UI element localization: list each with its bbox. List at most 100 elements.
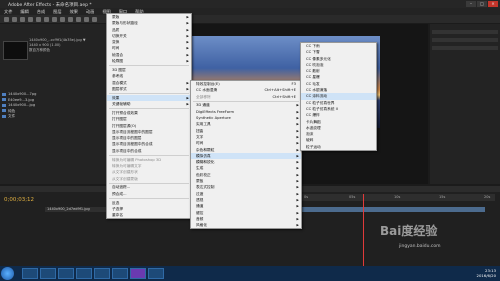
file-name: 文件: [8, 114, 16, 118]
panel-row[interactable]: [432, 46, 498, 50]
eraser-tool-icon[interactable]: [92, 16, 97, 22]
menu-item[interactable]: 预合成...: [107, 191, 191, 197]
menu-item-label: 显示项目流程图中的合成: [112, 142, 153, 147]
rotate-tool-icon[interactable]: [36, 16, 41, 22]
menu-item-label: 图层样式: [112, 86, 127, 91]
zoom-tool-icon[interactable]: [28, 16, 33, 22]
menu-item-label: CC 下雪: [306, 50, 320, 55]
pan-behind-tool-icon[interactable]: [52, 16, 57, 22]
menu-bar: 文件 编辑 合成 图层 效果 动画 视图 窗口 帮助: [0, 8, 500, 15]
menu-item-label: 3D 图层: [112, 67, 126, 72]
menu-item-label: CC 散射: [306, 69, 320, 74]
menu-item-label: CC 粒子仿真世界: [306, 100, 335, 105]
folder-icon: [2, 109, 6, 112]
clock-date: 2016/6/20: [476, 273, 496, 278]
selection-tool-icon[interactable]: [12, 16, 17, 22]
menu-item-label: 轮廓图: [112, 59, 124, 64]
taskbar-app-icon[interactable]: [58, 268, 74, 279]
image-file-icon: [2, 92, 6, 96]
menu-item-label: 文字: [196, 134, 204, 139]
menu-item-label: 显示项目流程图中的图层: [112, 129, 153, 134]
after-effects-taskbar-icon[interactable]: [130, 268, 146, 279]
menu-item-label: 风格化: [196, 223, 208, 228]
camera-tool-icon[interactable]: [44, 16, 49, 22]
ruler-tick-label: 20s: [484, 195, 491, 199]
home-icon[interactable]: [4, 16, 9, 22]
menu-item-label: 全部移除: [196, 94, 211, 99]
time-ruler[interactable]: 0s 05s 10s 15s 20s: [300, 194, 495, 201]
menu-2[interactable]: 合成: [37, 8, 45, 15]
taskbar-app-icon[interactable]: [76, 268, 92, 279]
footage-info: 1440x900_..ccf9f1(4b35e).jpg ▼ 1440 x 90…: [29, 38, 86, 53]
menu-item-label: 重命名: [112, 213, 124, 218]
image-file-icon: [2, 98, 6, 101]
menu-item[interactable]: 关键帧辅助 ▶: [107, 101, 191, 107]
baidu-watermark-logo: Bai度经验: [380, 224, 438, 238]
menu-item-shortcut: Ctrl+Shift+E: [272, 94, 296, 99]
brush-tool-icon[interactable]: [76, 16, 81, 22]
menu-item-label: 泡沫: [306, 132, 314, 137]
menu-4[interactable]: 效果: [70, 8, 78, 15]
menu-item-label: 键控: [196, 210, 204, 215]
taskbar-app-icon[interactable]: [22, 268, 38, 279]
menu-3[interactable]: 图层: [53, 8, 61, 15]
menu-item-label: 透视: [196, 197, 204, 202]
menu-item-label: CC 毛发: [306, 81, 320, 86]
panel-row[interactable]: [432, 30, 498, 34]
file-name: E40ee9...3.jpg: [8, 97, 34, 102]
menu-item[interactable]: 图层样式 ▶: [107, 86, 191, 92]
taskbar-app-icon[interactable]: [112, 268, 128, 279]
submenu-arrow-icon: ▶: [186, 86, 189, 91]
text-tool-icon[interactable]: [68, 16, 73, 22]
menu-0[interactable]: 文件: [4, 8, 12, 15]
taskbar-app-icon[interactable]: [148, 268, 164, 279]
minimize-button[interactable]: –: [466, 1, 476, 7]
submenu-arrow-icon: ▶: [186, 59, 189, 64]
menu-item-label: 子选择: [112, 206, 124, 211]
windows-taskbar: 23:13 2016/6/20: [0, 266, 500, 281]
menu-item-label: 帧混合: [112, 52, 124, 57]
stamp-tool-icon[interactable]: [84, 16, 89, 22]
menu-item[interactable]: 粒子运动: [301, 144, 376, 150]
start-button[interactable]: [1, 267, 14, 280]
menu-item-label: 蒙板: [196, 179, 204, 184]
panel-row[interactable]: [432, 38, 498, 42]
file-name: 纯色: [8, 108, 16, 113]
menu-item-label: CC 水银滴落: [306, 88, 328, 93]
menu-item-label: 预合成...: [112, 191, 127, 196]
menu-item-label: CC 爆炸: [306, 113, 320, 118]
menu-item[interactable]: 轮廓图 ▶: [107, 58, 191, 64]
menu-item-label: 过渡: [196, 191, 204, 196]
folder-icon: [2, 114, 6, 118]
menu-item-label: 水波纹理: [306, 125, 321, 130]
menu-item-label: 卡片舞蹈: [306, 119, 321, 124]
menu-item-label: 扭曲: [196, 128, 204, 133]
menu-item-label: 参考线: [112, 74, 124, 79]
menu-1[interactable]: 编辑: [20, 8, 28, 15]
system-clock[interactable]: 23:13 2016/6/20: [477, 268, 496, 278]
footage-thumbnail: [3, 41, 28, 60]
maximize-button[interactable]: □: [477, 1, 487, 7]
menu-item[interactable]: 重命名: [107, 212, 191, 218]
project-file-list: 1440x900...7pg E40ee9...3.jpg 1440x900...j…: [2, 92, 36, 120]
pen-tool-icon[interactable]: [60, 16, 65, 22]
menu-item-label: 时间: [196, 141, 204, 146]
menu-item[interactable]: 显示项目中的合成: [107, 148, 191, 154]
close-button[interactable]: ✕: [488, 1, 498, 7]
menu-item-label: 转换为可编辑 Photoshop 3D: [112, 157, 162, 162]
menu-item-label: 转换为可编辑文字: [112, 163, 142, 168]
playhead[interactable]: [363, 194, 364, 266]
taskbar-app-icon[interactable]: [94, 268, 110, 279]
timecode-display[interactable]: 0;00;03;12: [4, 197, 34, 203]
hand-tool-icon[interactable]: [20, 16, 25, 22]
layer-context-menu: 蒙版 ▶ 蒙版与形状路径 ▶ 品质 ▶ 切换开关 ▶ 变换 ▶ 时间 ▶ 帧混合 ▶ 轮廓图 ▶ 3D 图层 参考…: [106, 13, 192, 220]
project-file-row[interactable]: 文件: [2, 114, 36, 120]
menu-item-label: 显示项目中的合成: [112, 148, 142, 153]
menu-item-label: 杂色和颗粒: [196, 147, 215, 152]
menu-item-label: 自动追踪...: [112, 185, 131, 190]
menu-item-label: CC 像素多元化: [306, 56, 331, 61]
menu-item-label: CC 吹泡泡: [306, 62, 324, 67]
menu-5[interactable]: 动画: [86, 8, 94, 15]
menu-item[interactable]: 风格化 ▶: [191, 222, 301, 228]
taskbar-app-icon[interactable]: [40, 268, 56, 279]
